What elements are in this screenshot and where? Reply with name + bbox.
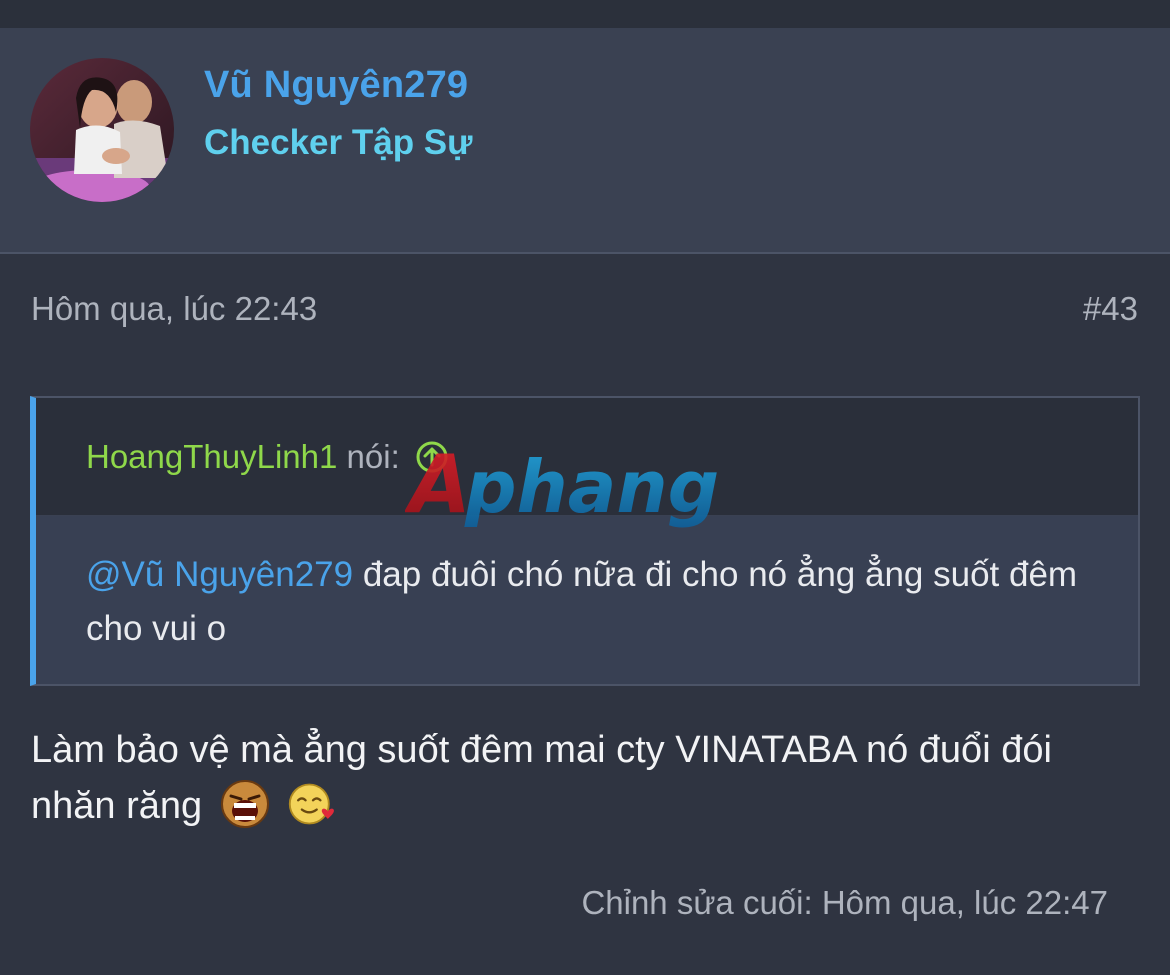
user-title: Checker Tập Sự (204, 123, 473, 162)
quote-said-label: nói: (346, 438, 400, 475)
quote-header: HoangThuyLinh1 nói: (36, 398, 1138, 516)
arrow-up-circle-icon[interactable] (415, 440, 449, 474)
post-user-header: Vũ Nguyên279 Checker Tập Sự (0, 28, 1170, 254)
avatar-photo (30, 58, 174, 202)
last-edited-note: Chỉnh sửa cuối: Hôm qua, lúc 22:47 (581, 884, 1108, 921)
user-mention-link[interactable]: @Vũ Nguyên279 (86, 555, 353, 594)
quote-attribution: HoangThuyLinh1 nói: (86, 438, 449, 476)
quote-block: HoangThuyLinh1 nói: @Vũ Nguyên279 đap đu… (30, 396, 1140, 686)
laughing-smilie-icon (220, 780, 269, 828)
love-smilie-icon (289, 783, 335, 825)
quote-content: @Vũ Nguyên279 đap đuôi chó nữa đi cho nó… (86, 548, 1086, 656)
top-strip (0, 0, 1170, 28)
avatar[interactable] (30, 58, 174, 202)
post-username[interactable]: Vũ Nguyên279 (204, 64, 468, 107)
post-date[interactable]: Hôm qua, lúc 22:43 (31, 290, 317, 328)
message-text: Làm bảo vệ mà ẳng suốt đêm mai cty VINAT… (31, 729, 1052, 827)
post-message: Làm bảo vệ mà ẳng suốt đêm mai cty VINAT… (31, 722, 1141, 834)
post-number-link[interactable]: #43 (1083, 290, 1138, 328)
quote-author-link[interactable]: HoangThuyLinh1 (86, 438, 337, 475)
